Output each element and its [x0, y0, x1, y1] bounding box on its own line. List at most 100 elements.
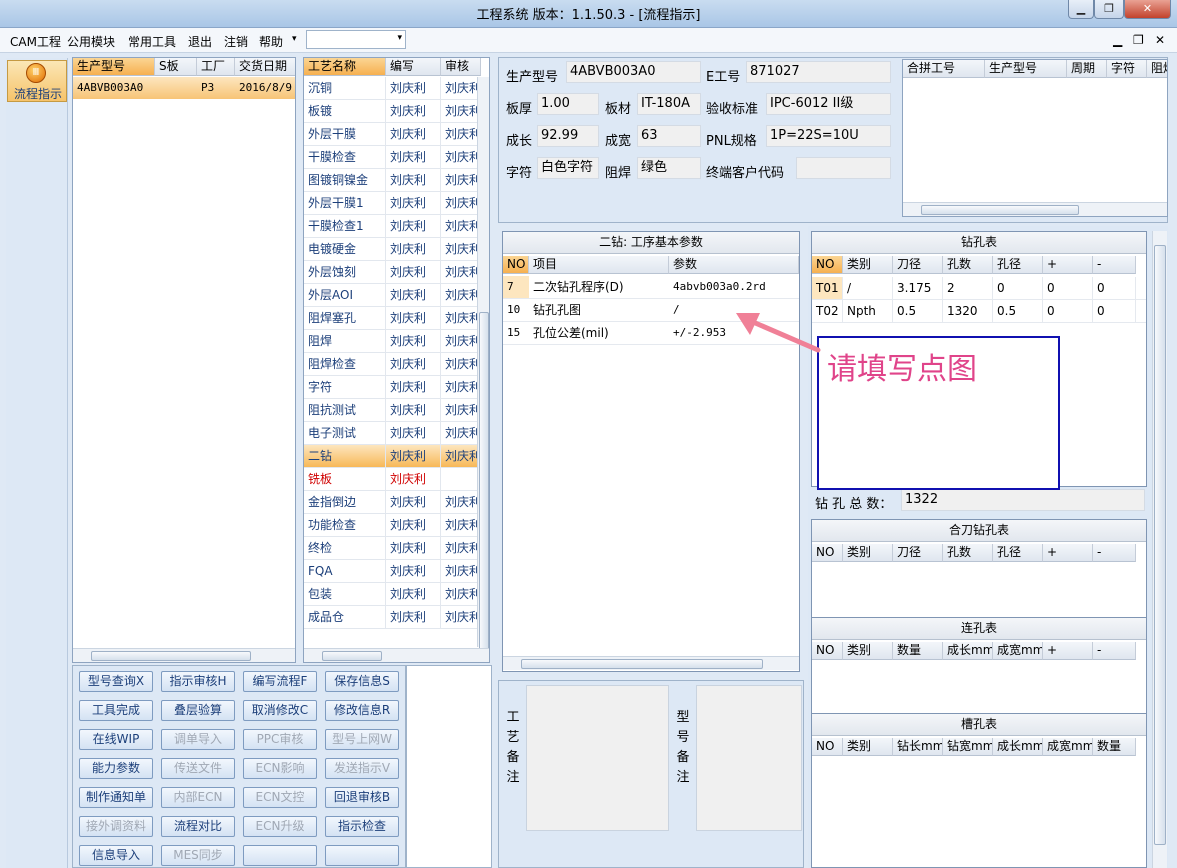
link_hole-header-2[interactable]: 数量: [893, 642, 943, 660]
combo_drill-header-0[interactable]: NO: [812, 544, 843, 562]
process-header-name[interactable]: 工艺名称: [304, 58, 386, 76]
drill-header-3[interactable]: 孔数: [943, 256, 993, 274]
process-header-writer[interactable]: 编写: [386, 58, 441, 76]
field-standard[interactable]: IPC-6012 II级: [766, 93, 891, 115]
table-row[interactable]: 成品仓 刘庆利 刘庆利: [304, 606, 481, 629]
combine-header-mask[interactable]: 阻焊: [1147, 60, 1167, 78]
link_hole-header-3[interactable]: 成长mm: [943, 642, 993, 660]
field-customer[interactable]: [796, 157, 891, 179]
table-row[interactable]: 终检 刘庆利 刘庆利: [304, 537, 481, 560]
link_hole-header-6[interactable]: -: [1093, 642, 1136, 660]
combine-hscroll[interactable]: [903, 202, 1167, 216]
drill-header-6[interactable]: -: [1093, 256, 1136, 274]
combine-header-eno[interactable]: 合拼工号: [903, 60, 985, 78]
table-row[interactable]: 阻焊检查 刘庆利 刘庆利: [304, 353, 481, 376]
combine-header-char[interactable]: 字符: [1107, 60, 1147, 78]
action-button-4-1[interactable]: 内部ECN: [161, 787, 235, 808]
scroll-thumb[interactable]: [91, 651, 251, 661]
action-button-0-2[interactable]: 编写流程F: [243, 671, 317, 692]
minimize-icon[interactable]: ▁: [1068, 0, 1094, 19]
field-length[interactable]: 92.99: [537, 125, 599, 147]
orders-header-s[interactable]: S板: [155, 58, 197, 76]
table-row[interactable]: FQA 刘庆利 刘庆利: [304, 560, 481, 583]
combine-header-model[interactable]: 生产型号: [985, 60, 1067, 78]
mdi-restore-icon[interactable]: ❐: [1133, 33, 1144, 47]
action-button-5-3[interactable]: 指示检查: [325, 816, 399, 837]
slot_hole-header-0[interactable]: NO: [812, 738, 843, 756]
orders-hscroll[interactable]: [73, 648, 295, 662]
action-button-0-3[interactable]: 保存信息S: [325, 671, 399, 692]
table-row[interactable]: 二钻 刘庆利 刘庆利: [304, 445, 481, 468]
action-button-5-2[interactable]: ECN升级: [243, 816, 317, 837]
table-row[interactable]: 铣板 刘庆利: [304, 468, 477, 491]
action-button-0-0[interactable]: 型号查询X: [79, 671, 153, 692]
table-row[interactable]: 包装 刘庆利 刘庆利: [304, 583, 481, 606]
table-row[interactable]: 外层干膜 刘庆利 刘庆利: [304, 123, 481, 146]
field-material[interactable]: IT-180A: [637, 93, 701, 115]
link_hole-header-1[interactable]: 类别: [843, 642, 893, 660]
close-icon[interactable]: ✕: [1124, 0, 1171, 19]
process-remark-field[interactable]: [526, 685, 669, 831]
params-header-param[interactable]: 参数: [669, 256, 799, 274]
scroll-thumb[interactable]: [1154, 245, 1166, 845]
combo_drill-header-3[interactable]: 孔数: [943, 544, 993, 562]
slot_hole-header-3[interactable]: 钻宽mm: [943, 738, 993, 756]
orders-header-model[interactable]: 生产型号: [73, 58, 155, 76]
drill-header-0[interactable]: NO: [812, 256, 843, 274]
combo_drill-header-5[interactable]: +: [1043, 544, 1093, 562]
process-header-reviewer[interactable]: 审核: [441, 58, 481, 76]
action-button-2-3[interactable]: 型号上网W: [325, 729, 399, 750]
action-button-2-0[interactable]: 在线WIP: [79, 729, 153, 750]
scroll-thumb[interactable]: [921, 205, 1079, 215]
slot_hole-header-2[interactable]: 钻长mm: [893, 738, 943, 756]
menu-public[interactable]: 公用模块: [67, 33, 115, 50]
table-row[interactable]: 阻焊塞孔 刘庆利 刘庆利: [304, 307, 481, 330]
table-row[interactable]: 板镀 刘庆利 刘庆利: [304, 100, 481, 123]
combo_drill-header-4[interactable]: 孔径: [993, 544, 1043, 562]
slot_hole-header-4[interactable]: 成长mm: [993, 738, 1043, 756]
table-row[interactable]: 外层干膜1 刘庆利 刘庆利: [304, 192, 481, 215]
table-row[interactable]: 沉铜 刘庆利 刘庆利: [304, 77, 481, 100]
action-button-5-1[interactable]: 流程对比: [161, 816, 235, 837]
action-button-6-2[interactable]: [243, 845, 317, 866]
action-button-2-1[interactable]: 调单导入: [161, 729, 235, 750]
table-row[interactable]: 干膜检查1 刘庆利 刘庆利: [304, 215, 481, 238]
params-header-no[interactable]: NO: [503, 256, 529, 274]
field-eno[interactable]: 871027: [746, 61, 891, 83]
combine-header-period[interactable]: 周期: [1067, 60, 1107, 78]
flow-button[interactable]: Ⅲ 流程指示: [7, 60, 67, 102]
table-row[interactable]: 4ABVB003A0 P3 2016/8/9: [73, 77, 295, 99]
params-header-item[interactable]: 项目: [529, 256, 669, 274]
action-button-6-0[interactable]: 信息导入: [79, 845, 153, 866]
field-pnl[interactable]: 1P=22S=10U: [766, 125, 891, 147]
table-row[interactable]: 阻抗测试 刘庆利 刘庆利: [304, 399, 481, 422]
action-button-3-2[interactable]: ECN影响: [243, 758, 317, 779]
slot_hole-header-6[interactable]: 数量: [1093, 738, 1136, 756]
slot_hole-header-1[interactable]: 类别: [843, 738, 893, 756]
menu-combo[interactable]: ▾: [306, 30, 406, 49]
table-row[interactable]: 外层蚀刻 刘庆利 刘庆利: [304, 261, 481, 284]
drill-header-4[interactable]: 孔径: [993, 256, 1043, 274]
process-vscroll[interactable]: [477, 77, 489, 652]
field-char[interactable]: 白色字符: [537, 157, 599, 179]
table-row[interactable]: 电镀硬金 刘庆利 刘庆利: [304, 238, 481, 261]
table-row[interactable]: 金指倒边 刘庆利 刘庆利: [304, 491, 481, 514]
menu-cam[interactable]: CAM工程: [10, 33, 61, 50]
field-thick[interactable]: 1.00: [537, 93, 599, 115]
mdi-minimize-icon[interactable]: ▁: [1113, 33, 1122, 47]
link_hole-header-4[interactable]: 成宽mm: [993, 642, 1043, 660]
action-button-1-1[interactable]: 叠层验算: [161, 700, 235, 721]
mdi-close-icon[interactable]: ✕: [1155, 33, 1165, 47]
action-button-4-0[interactable]: 制作通知单: [79, 787, 153, 808]
orders-header-date[interactable]: 交货日期: [235, 58, 295, 76]
table-row[interactable]: 图镀铜镍金 刘庆利 刘庆利: [304, 169, 481, 192]
scroll-thumb[interactable]: [322, 651, 382, 661]
link_hole-header-0[interactable]: NO: [812, 642, 843, 660]
drill-header-5[interactable]: +: [1043, 256, 1093, 274]
action-button-3-3[interactable]: 发送指示V: [325, 758, 399, 779]
table-row[interactable]: T01/3.175 2 0 0 0: [812, 277, 1146, 300]
action-button-1-2[interactable]: 取消修改C: [243, 700, 317, 721]
table-row[interactable]: 外层AOI 刘庆利 刘庆利: [304, 284, 481, 307]
table-row[interactable]: 干膜检查 刘庆利 刘庆利: [304, 146, 481, 169]
action-button-3-0[interactable]: 能力参数: [79, 758, 153, 779]
